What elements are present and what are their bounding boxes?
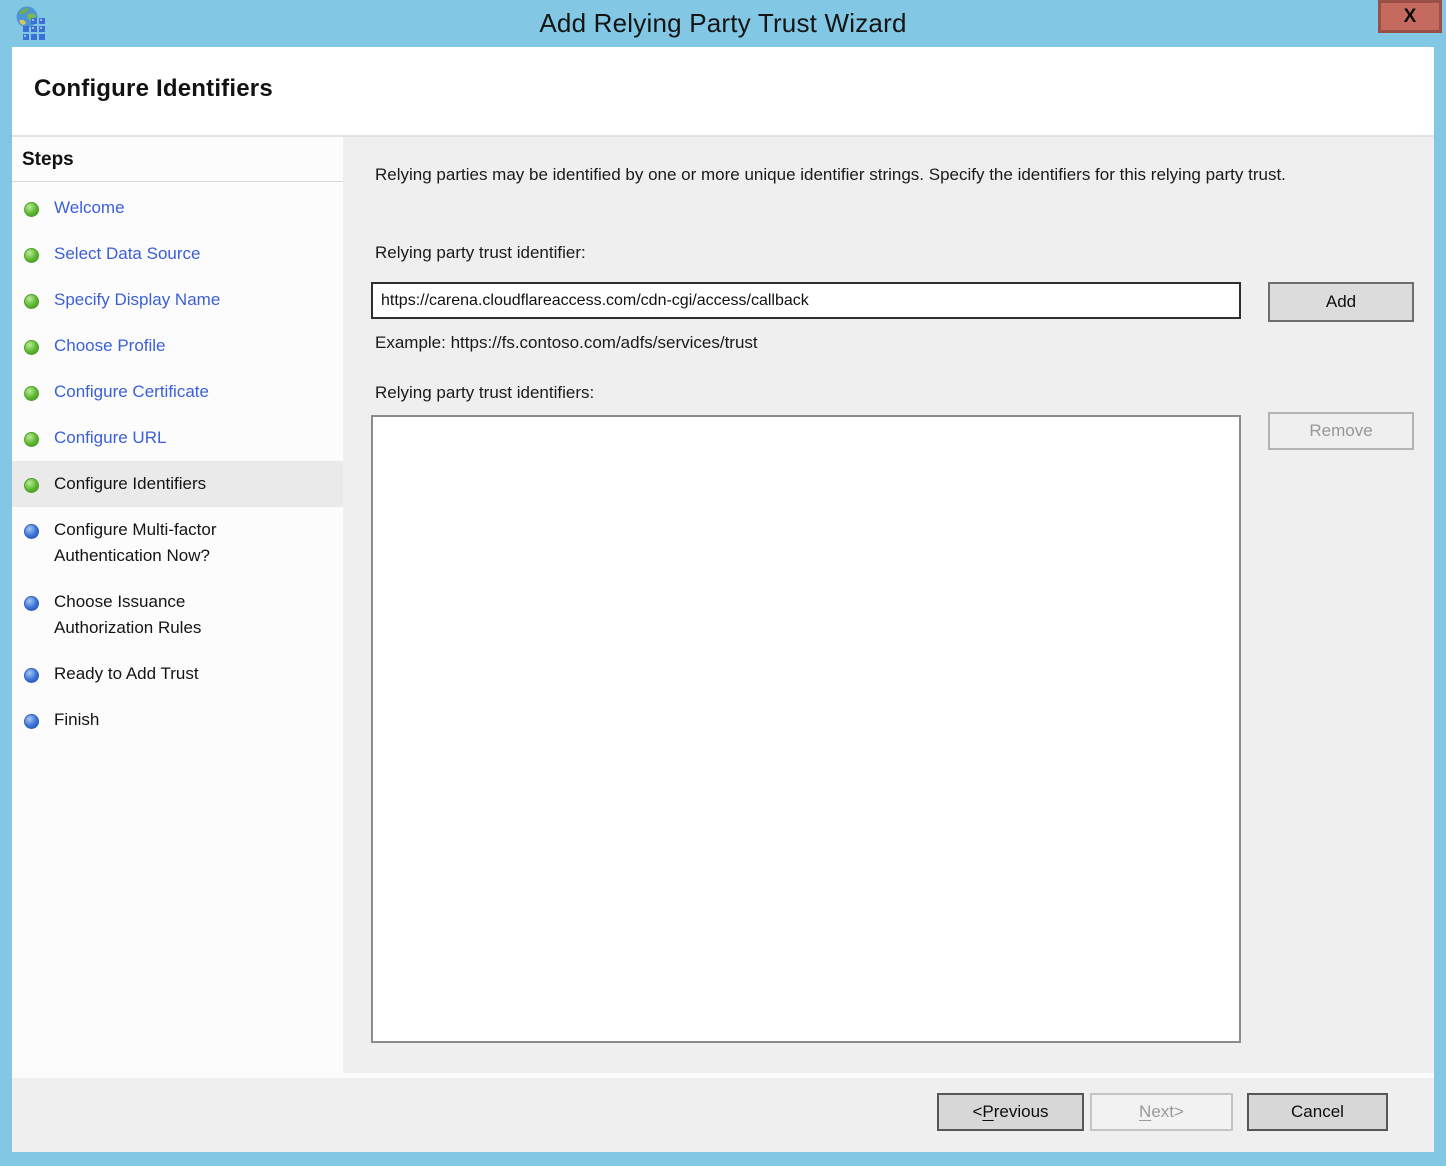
intro-text: Relying parties may be identified by one… [375,161,1397,188]
step-label: Choose Issuance Authorization Rules [54,589,201,641]
step-item-configure-identifiers: Configure Identifiers [12,461,343,507]
example-text: Example: https://fs.contoso.com/adfs/ser… [375,333,758,353]
step-item-choose-issuance-rules: Choose Issuance Authorization Rules [12,579,343,651]
step-label: Configure Identifiers [54,471,206,497]
step-item-ready-to-add-trust: Ready to Add Trust [12,651,343,697]
step-done-icon [24,340,39,355]
step-label: Configure Multi-factor Authentication No… [54,517,217,569]
steps-divider [12,181,343,182]
identifiers-list-label: Relying party trust identifiers: [375,383,594,403]
remove-button[interactable]: Remove [1268,412,1414,450]
window-title: Add Relying Party Trust Wizard [0,0,1446,47]
previous-accelerator: P [982,1102,993,1122]
step-done-icon [24,248,39,263]
cancel-button[interactable]: Cancel [1247,1093,1388,1131]
add-button[interactable]: Add [1268,282,1414,322]
identifier-input[interactable] [371,282,1241,319]
step-label: Choose Profile [54,333,166,359]
previous-prefix: < [972,1102,982,1122]
step-pending-icon [24,524,39,539]
step-item-configure-multi-factor: Configure Multi-factor Authentication No… [12,507,343,579]
step-item-finish: Finish [12,697,343,743]
step-label: Welcome [54,195,125,221]
content-pane: Relying parties may be identified by one… [343,137,1434,1078]
step-label: Configure Certificate [54,379,209,405]
step-done-icon [24,294,39,309]
step-item-choose-profile[interactable]: Choose Profile [12,323,343,369]
steps-heading: Steps [22,149,74,171]
step-label: Configure URL [54,425,166,451]
step-label: Specify Display Name [54,287,220,313]
step-done-icon [24,386,39,401]
identifiers-listbox[interactable] [371,415,1241,1043]
step-done-icon [24,478,39,493]
titlebar: Add Relying Party Trust Wizard X [0,0,1446,47]
step-pending-icon [24,714,39,729]
step-label: Finish [54,707,99,733]
wizard-window: Add Relying Party Trust Wizard X Configu… [0,0,1446,1166]
step-item-configure-certificate[interactable]: Configure Certificate [12,369,343,415]
next-suffix: > [1174,1102,1184,1122]
step-item-configure-url[interactable]: Configure URL [12,415,343,461]
page-title: Configure Identifiers [34,75,273,103]
step-label: Ready to Add Trust [54,661,199,687]
previous-button[interactable]: < Previous [937,1093,1084,1131]
close-button[interactable]: X [1378,0,1442,33]
next-accelerator: N [1139,1102,1151,1122]
step-label: Select Data Source [54,241,200,267]
next-button[interactable]: Next > [1090,1093,1233,1131]
step-done-icon [24,202,39,217]
step-item-specify-display-name[interactable]: Specify Display Name [12,277,343,323]
step-pending-icon [24,596,39,611]
next-rest: ext [1151,1102,1174,1122]
step-item-welcome[interactable]: Welcome [12,185,343,231]
step-pending-icon [24,668,39,683]
page-header: Configure Identifiers [12,47,1434,137]
steps-sidebar: Steps Welcome Select Data Source Specify… [12,137,343,1152]
step-item-select-data-source[interactable]: Select Data Source [12,231,343,277]
footer-bar: < Previous Next > Cancel [12,1073,1434,1152]
previous-rest: revious [994,1102,1049,1122]
step-done-icon [24,432,39,447]
identifier-label: Relying party trust identifier: [375,243,586,263]
steps-list: Welcome Select Data Source Specify Displ… [12,185,343,743]
